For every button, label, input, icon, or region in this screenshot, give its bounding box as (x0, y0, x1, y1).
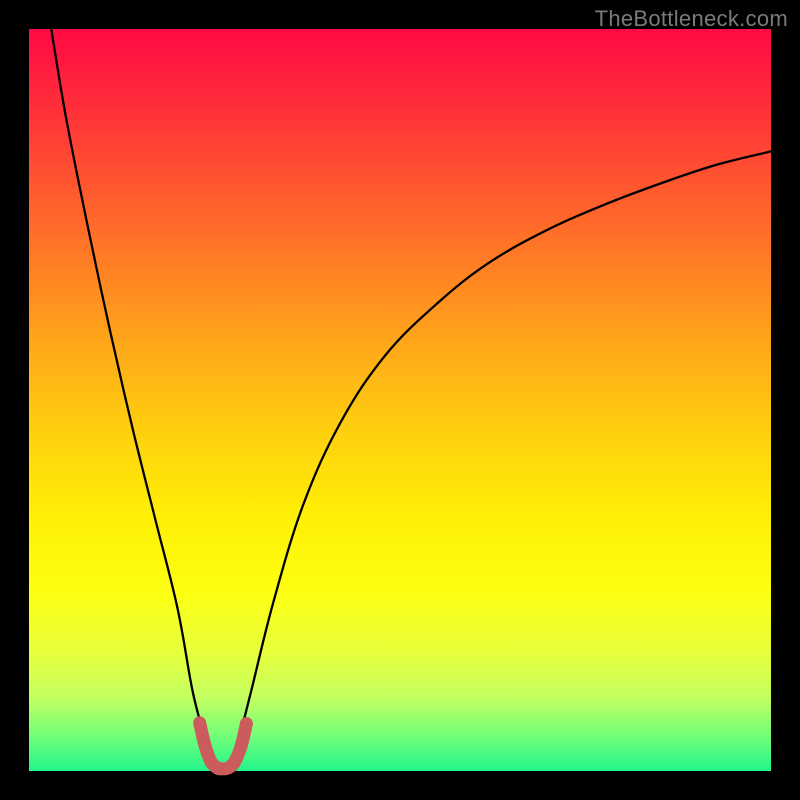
plot-area (29, 29, 771, 771)
watermark-label: TheBottleneck.com (595, 6, 788, 32)
curve-valley-highlight (200, 723, 247, 769)
curve-left-branch (51, 29, 211, 767)
curve-right-branch (233, 151, 771, 767)
chart-svg (29, 29, 771, 771)
